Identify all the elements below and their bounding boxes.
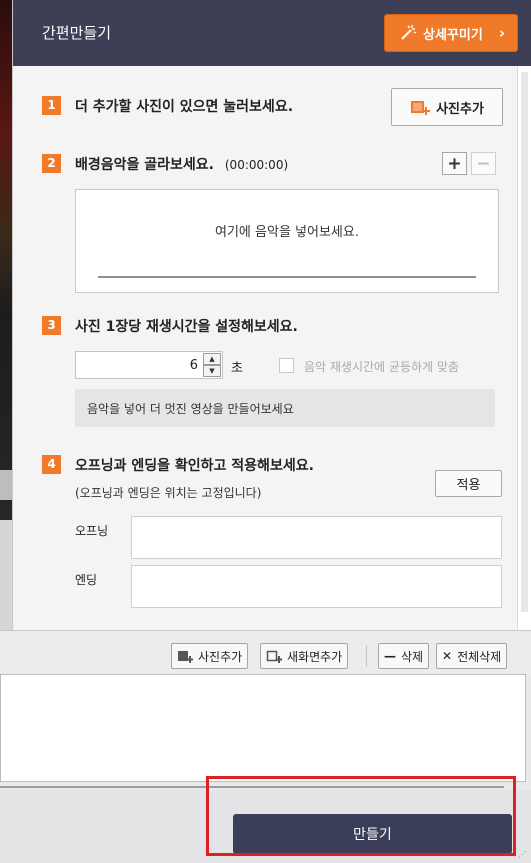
add-photo-icon bbox=[178, 651, 193, 663]
toolbar-separator bbox=[366, 645, 367, 667]
chevron-right-icon: › bbox=[498, 24, 505, 42]
panel-title: 간편만들기 bbox=[42, 24, 112, 42]
background-strip-divider bbox=[0, 470, 12, 500]
seconds-per-photo-stepper[interactable]: 6 ▲ ▼ bbox=[75, 351, 223, 379]
music-info-box: 음악을 넣어 더 멋진 영상을 만들어보세요 bbox=[75, 389, 495, 427]
add-photo-button[interactable]: 사진추가 bbox=[391, 88, 503, 126]
step-4-badge: 4 bbox=[42, 455, 61, 474]
panel-scrollbar-thumb[interactable] bbox=[521, 72, 528, 612]
opening-label: 오프닝 bbox=[75, 524, 109, 538]
step-1-badge: 1 bbox=[42, 96, 61, 115]
stepper-up-icon[interactable]: ▲ bbox=[203, 353, 221, 365]
add-photo-icon bbox=[411, 101, 431, 115]
opening-field[interactable] bbox=[131, 516, 502, 559]
add-music-button[interactable]: + bbox=[442, 152, 467, 175]
close-icon: ✕ bbox=[442, 649, 453, 663]
panel-scrollbar[interactable] bbox=[517, 66, 531, 630]
sync-to-music-checkbox[interactable] bbox=[279, 358, 294, 373]
step-3-title: 사진 1장당 재생시간을 설정해보세요. bbox=[75, 319, 298, 335]
toolbar-add-screen-button[interactable]: 새화면추가 bbox=[260, 643, 349, 669]
step-2-badge: 2 bbox=[42, 154, 61, 173]
step-2-title-text: 배경음악을 골라보세요. bbox=[75, 157, 214, 173]
ending-label: 엔딩 bbox=[75, 573, 98, 587]
step-1-title: 더 추가할 사진이 있으면 눌러보세요. bbox=[75, 99, 294, 115]
toolbar-add-screen-label: 새화면추가 bbox=[287, 649, 343, 664]
toolbar-delete-label: 삭제 bbox=[401, 649, 424, 664]
seconds-value[interactable]: 6 bbox=[190, 358, 198, 373]
remove-music-button[interactable]: − bbox=[471, 152, 496, 175]
stepper-down-icon[interactable]: ▼ bbox=[203, 365, 221, 377]
step-3-badge: 3 bbox=[42, 316, 61, 335]
highlight-box bbox=[206, 776, 516, 856]
detail-decorate-button[interactable]: 상세꾸미기 › bbox=[384, 14, 518, 52]
minus-icon: — bbox=[384, 649, 396, 663]
step-2-title: 배경음악을 골라보세요. (00:00:00) bbox=[75, 154, 288, 174]
magic-wand-icon bbox=[401, 25, 417, 40]
music-duration: (00:00:00) bbox=[224, 158, 289, 172]
music-progress-line bbox=[98, 276, 476, 278]
toolbar-add-photo-button[interactable]: 사진추가 bbox=[171, 643, 249, 669]
toolbar-delete-button[interactable]: — 삭제 bbox=[378, 643, 430, 669]
resize-grip-icon[interactable]: ⋰ bbox=[518, 850, 528, 860]
toolbar-delete-all-label: 전체삭제 bbox=[457, 649, 502, 664]
quick-make-panel: 간편만들기 상세꾸미기 › 1 더 추가할 사진이 있으면 눌러보세요. 사진추… bbox=[12, 0, 531, 630]
seconds-unit: 초 bbox=[231, 361, 243, 376]
toolbar-add-photo-label: 사진추가 bbox=[198, 649, 243, 664]
background-timeline-strip bbox=[0, 520, 12, 630]
background-video-strip bbox=[0, 0, 12, 520]
music-placeholder: 여기에 음악을 넣어보세요. bbox=[215, 225, 359, 240]
clip-toolbar: 사진추가 새화면추가 — 삭제 ✕ 전체삭제 bbox=[0, 630, 531, 674]
ending-field[interactable] bbox=[131, 565, 502, 608]
toolbar-delete-all-button[interactable]: ✕ 전체삭제 bbox=[436, 643, 508, 669]
detail-decorate-label: 상세꾸미기 bbox=[423, 27, 483, 43]
add-photo-label: 사진추가 bbox=[436, 101, 484, 117]
music-drop-area[interactable]: 여기에 음악을 넣어보세요. bbox=[75, 189, 499, 293]
clip-list-area[interactable] bbox=[0, 674, 526, 782]
add-screen-icon bbox=[266, 650, 282, 663]
apply-button[interactable]: 적용 bbox=[435, 470, 502, 497]
stepper-arrows: ▲ ▼ bbox=[203, 353, 221, 377]
sync-to-music-label: 음악 재생시간에 균등하게 맞춤 bbox=[304, 360, 459, 374]
step-4-title: 오프닝과 엔딩을 확인하고 적용해보세요. bbox=[75, 458, 314, 474]
step-4-note: (오프닝과 엔딩은 위치는 고정입니다) bbox=[75, 486, 262, 500]
music-info-text: 음악을 넣어 더 멋진 영상을 만들어보세요 bbox=[87, 402, 294, 416]
panel-header: 간편만들기 상세꾸미기 › bbox=[13, 0, 531, 66]
